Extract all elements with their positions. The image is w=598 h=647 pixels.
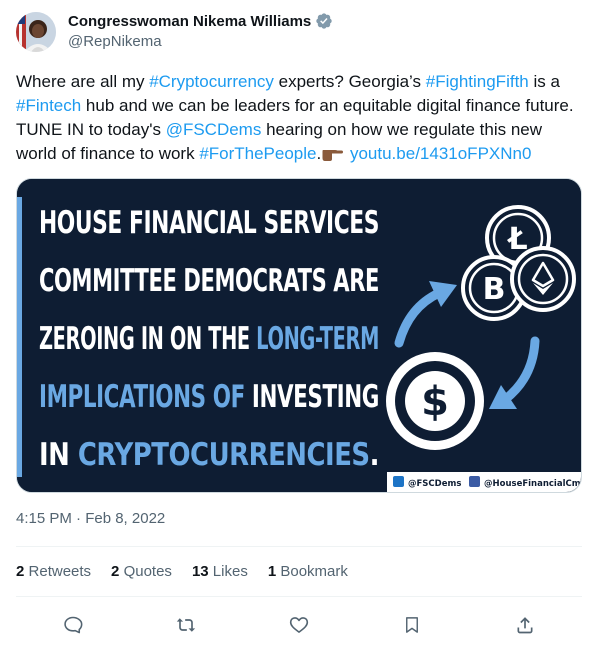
- headline-line: IMPLICATIONS OF INVESTING: [39, 379, 379, 415]
- engagement-stats: 2 Retweets 2 Quotes 13 Likes 1 Bookmark: [16, 563, 348, 580]
- accent-bar: [17, 197, 22, 477]
- bookmark-icon: [406, 617, 419, 633]
- twitter-icon: [393, 476, 404, 487]
- facebook-icon: [469, 476, 480, 487]
- video-link[interactable]: youtu.be/1431oFPXNn0: [350, 144, 531, 163]
- bookmark-button[interactable]: [395, 608, 429, 642]
- avatar-photo: [16, 12, 56, 52]
- headline-segment: HOUSE FINANCIAL SERVICES: [39, 205, 379, 241]
- hashtag-link[interactable]: #Cryptocurrency: [149, 72, 274, 91]
- timestamp[interactable]: 4:15 PM · Feb 8, 2022: [16, 510, 165, 527]
- headline-line: COMMITTEE DEMOCRATS ARE: [39, 263, 379, 299]
- svg-text:$: $: [421, 379, 449, 425]
- bookmarks-stat[interactable]: 1 Bookmark: [268, 563, 348, 580]
- ethereum-icon: [510, 246, 576, 312]
- retweet-icon: [176, 618, 195, 632]
- hashtag-link[interactable]: #FightingFifth: [426, 72, 529, 91]
- footer-twitter-handle: @FSCDems: [408, 479, 461, 489]
- headline-segment: INVESTING: [252, 379, 379, 415]
- likes-stat[interactable]: 13 Likes: [192, 563, 248, 580]
- share-button[interactable]: [508, 608, 542, 642]
- like-button[interactable]: [282, 608, 316, 642]
- headline-segment: CRYPTOCURRENCIES: [78, 437, 370, 473]
- divider: [16, 596, 582, 597]
- tweet-image[interactable]: HOUSE FINANCIAL SERVICES COMMITTEE DEMOCR…: [16, 178, 582, 493]
- headline-segment: .: [370, 437, 379, 473]
- reply-icon: [63, 616, 83, 634]
- image-graphic: HOUSE FINANCIAL SERVICES COMMITTEE DEMOCR…: [17, 179, 581, 492]
- headline-segment: COMMITTEE DEMOCRATS ARE: [39, 263, 379, 299]
- headline-segment: LONG-TERM: [256, 321, 379, 357]
- author-name[interactable]: Congresswoman Nikema Williams: [68, 13, 311, 30]
- mention-link[interactable]: @FSCDems: [166, 120, 262, 139]
- share-icon: [517, 617, 533, 634]
- headline-segment: ZEROING IN ON THE: [39, 321, 256, 357]
- pointing-hand-icon: [322, 150, 344, 161]
- headline-segment: IMPLICATIONS OF: [39, 379, 252, 415]
- verified-badge-icon: [316, 13, 332, 29]
- divider: [16, 546, 582, 547]
- reply-button[interactable]: [56, 608, 90, 642]
- dollar-coin-icon: $: [386, 352, 484, 450]
- tweet-text: Where are all my #Cryptocurrency experts…: [16, 72, 574, 163]
- headline-line: HOUSE FINANCIAL SERVICES: [39, 205, 379, 241]
- hashtag-link[interactable]: #Fintech: [16, 96, 81, 115]
- headline-segment: IN: [39, 437, 78, 473]
- footer-facebook-handle: @HouseFinancialCmte: [484, 479, 581, 489]
- heart-icon: [289, 617, 309, 633]
- retweet-button[interactable]: [169, 608, 203, 642]
- action-bar: [16, 608, 582, 642]
- retweets-stat[interactable]: 2 Retweets: [16, 563, 91, 580]
- quotes-stat[interactable]: 2 Quotes: [111, 563, 172, 580]
- avatar[interactable]: [16, 12, 56, 52]
- svg-text:B: B: [483, 272, 506, 307]
- headline-line: ZEROING IN ON THE LONG-TERM: [39, 321, 379, 357]
- headline-line: IN CRYPTOCURRENCIES.: [39, 437, 379, 473]
- author-handle[interactable]: @RepNikema: [68, 33, 162, 50]
- hashtag-link[interactable]: #ForThePeople: [199, 144, 316, 163]
